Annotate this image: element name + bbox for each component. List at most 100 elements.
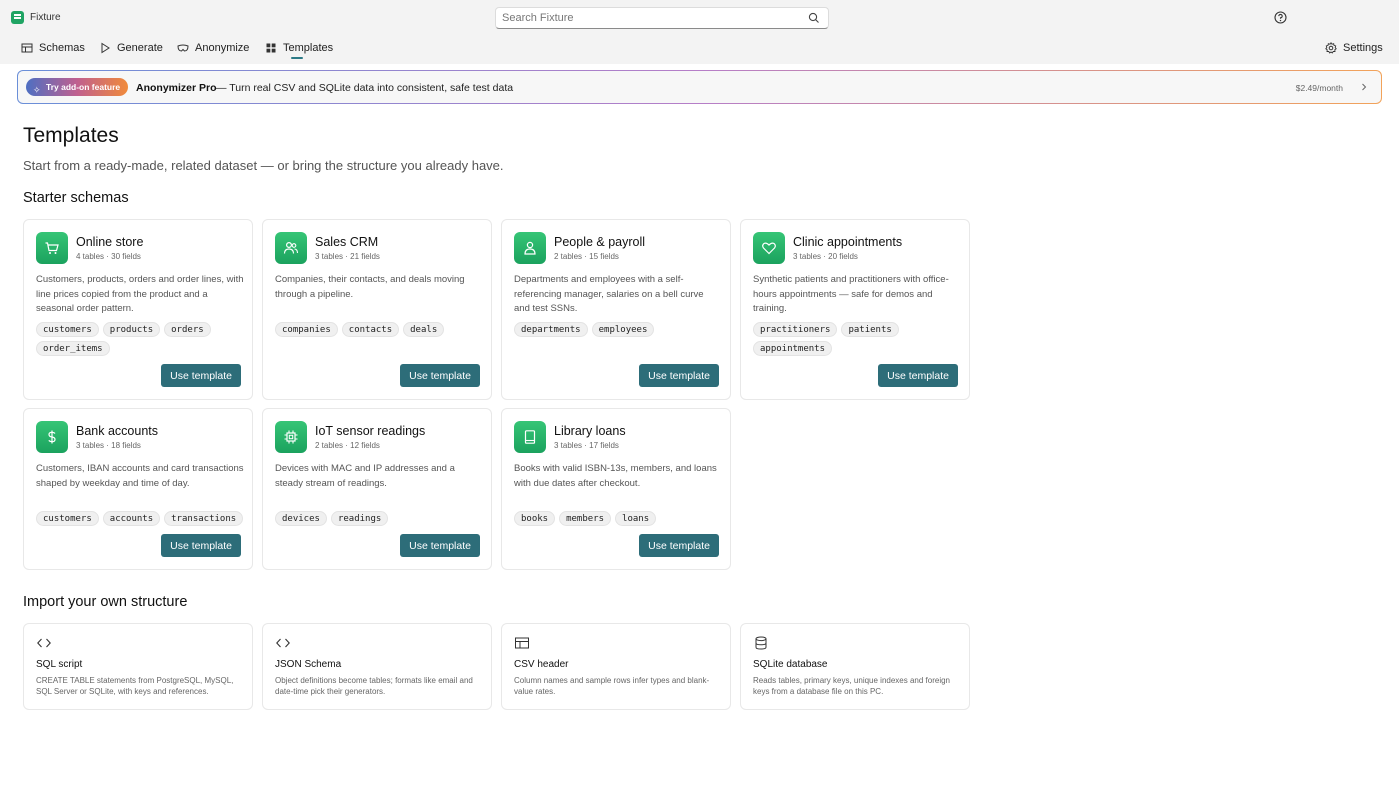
- code-icon: [276, 638, 290, 648]
- import-card-csv-header[interactable]: CSV header Column names and sample rows …: [501, 623, 731, 710]
- import-card-sqlite-database[interactable]: SQLite database Reads tables, primary ke…: [740, 623, 970, 710]
- template-description: Departments and employees with a self-re…: [514, 274, 704, 314]
- import-description: Reads tables, primary keys, unique index…: [753, 676, 950, 696]
- heart-icon: [753, 232, 785, 264]
- use-template-button[interactable]: Use template: [639, 364, 719, 387]
- table-tag: customers: [36, 511, 99, 526]
- import-description: Object definitions become tables; format…: [275, 676, 473, 696]
- person-icon: [514, 232, 546, 264]
- tab-label: Generate: [117, 42, 163, 54]
- template-meta: 3 tables · 21 fields: [315, 252, 380, 261]
- tab-templates[interactable]: Templates: [265, 34, 333, 62]
- tab-label: Templates: [283, 42, 334, 54]
- table-tag: employees: [591, 322, 655, 337]
- template-meta: 3 tables · 17 fields: [554, 441, 619, 450]
- import-name: SQL script: [36, 659, 83, 670]
- settings-label: Settings: [1343, 42, 1383, 54]
- settings-button[interactable]: Settings: [1325, 34, 1383, 62]
- chevron-right-icon[interactable]: [1359, 82, 1369, 92]
- import-card-sql-script[interactable]: SQL script CREATE TABLE statements from …: [23, 623, 253, 710]
- promo-title: Anonymizer Pro: [136, 82, 217, 94]
- table-tags: devices readings: [275, 511, 485, 526]
- template-card-iot-sensor-readings: IoT sensor readings 2 tables · 12 fields…: [262, 408, 492, 570]
- addon-pill-label: Try add-on feature: [46, 82, 121, 92]
- sparkle-icon: ✧: [33, 85, 41, 95]
- table-icon: [21, 43, 33, 53]
- table-tag: departments: [514, 322, 588, 337]
- use-template-button[interactable]: Use template: [400, 364, 480, 387]
- help-icon[interactable]: [1274, 11, 1287, 24]
- addon-pill: ✧ Try add-on feature: [26, 78, 129, 96]
- code-icon: [37, 638, 51, 648]
- template-card-sales-crm: Sales CRM 3 tables · 21 fields Companies…: [262, 219, 492, 400]
- template-name: Library loans: [554, 424, 626, 438]
- search-icon[interactable]: [808, 12, 820, 24]
- promo-banner[interactable]: ✧ Try add-on feature Anonymizer Pro — Tu…: [17, 70, 1382, 104]
- use-template-button[interactable]: Use template: [878, 364, 958, 387]
- cart-icon: [36, 232, 68, 264]
- chip-icon: [275, 421, 307, 453]
- search-input[interactable]: [496, 8, 796, 28]
- table-tags: customers products orders order_items: [36, 322, 246, 356]
- template-description: Customers, products, orders and order li…: [36, 274, 244, 314]
- template-name: Sales CRM: [315, 235, 379, 249]
- tab-anonymize[interactable]: Anonymize: [177, 34, 249, 62]
- table-tag: deals: [403, 322, 445, 337]
- database-icon: [755, 636, 767, 650]
- play-icon: [101, 42, 110, 54]
- tab-generate[interactable]: Generate: [99, 34, 163, 62]
- template-description: Books with valid ISBN-13s, members, and …: [514, 463, 717, 489]
- template-name: People & payroll: [554, 235, 646, 249]
- table-tag: appointments: [753, 341, 833, 356]
- template-name: Bank accounts: [76, 424, 158, 438]
- table-tag: readings: [330, 511, 389, 526]
- use-template-button[interactable]: Use template: [400, 534, 480, 557]
- page-subtitle: Start from a ready-made, related dataset…: [23, 158, 504, 173]
- template-name: IoT sensor readings: [315, 424, 426, 438]
- table-tag: order_items: [36, 341, 110, 356]
- table-tag: products: [102, 322, 161, 337]
- use-template-button[interactable]: Use template: [639, 534, 719, 557]
- table-tag: companies: [275, 322, 338, 337]
- template-meta: 2 tables · 15 fields: [554, 252, 619, 261]
- use-template-button[interactable]: Use template: [161, 364, 241, 387]
- starter-section-title: Starter schemas: [23, 190, 129, 206]
- import-section-title: Import your own structure: [23, 594, 188, 610]
- tab-schemas[interactable]: Schemas: [21, 34, 85, 62]
- mask-icon: [177, 44, 189, 52]
- import-card-json-schema[interactable]: JSON Schema Object definitions become ta…: [262, 623, 492, 710]
- title-bar: Fixture Schemas Generate Anonymize Templ…: [0, 0, 1399, 64]
- app-logo-icon: [11, 11, 24, 24]
- book-icon: [514, 421, 546, 453]
- table-tag: patients: [841, 322, 899, 337]
- import-description: CREATE TABLE statements from PostgreSQL,…: [36, 676, 234, 696]
- table-tags: practitioners patients appointments: [753, 322, 963, 356]
- template-meta: 3 tables · 18 fields: [76, 441, 141, 450]
- import-name: CSV header: [514, 659, 569, 670]
- template-description: Customers, IBAN accounts and card transa…: [36, 463, 244, 489]
- template-description: Synthetic patients and practitioners wit…: [753, 274, 949, 314]
- template-card-clinic-appointments: Clinic appointments 3 tables · 20 fields…: [740, 219, 970, 400]
- table-tags: customers accounts transactions: [36, 511, 246, 526]
- table-tag: customers: [36, 322, 99, 337]
- table-tag: transactions: [164, 511, 244, 526]
- table-tag: orders: [164, 322, 211, 337]
- gear-icon: [1325, 42, 1337, 54]
- people-icon: [275, 232, 307, 264]
- template-meta: 2 tables · 12 fields: [315, 441, 380, 450]
- template-card-bank-accounts: Bank accounts 3 tables · 18 fields Custo…: [23, 408, 253, 570]
- table-icon: [515, 637, 529, 649]
- tab-label: Schemas: [39, 42, 85, 54]
- table-tag: books: [514, 511, 556, 526]
- app-title: Fixture: [30, 12, 61, 23]
- search-box[interactable]: [495, 7, 829, 29]
- template-card-online-store: Online store 4 tables · 30 fields Custom…: [23, 219, 253, 400]
- page-title: Templates: [23, 124, 119, 147]
- promo-description: — Turn real CSV and SQLite data into con…: [216, 82, 514, 94]
- use-template-button[interactable]: Use template: [161, 534, 241, 557]
- table-tags: books members loans: [514, 511, 724, 526]
- template-description: Companies, their contacts, and deals mov…: [275, 274, 465, 300]
- table-tag: contacts: [341, 322, 400, 337]
- template-meta: 3 tables · 20 fields: [793, 252, 858, 261]
- import-name: SQLite database: [753, 659, 828, 670]
